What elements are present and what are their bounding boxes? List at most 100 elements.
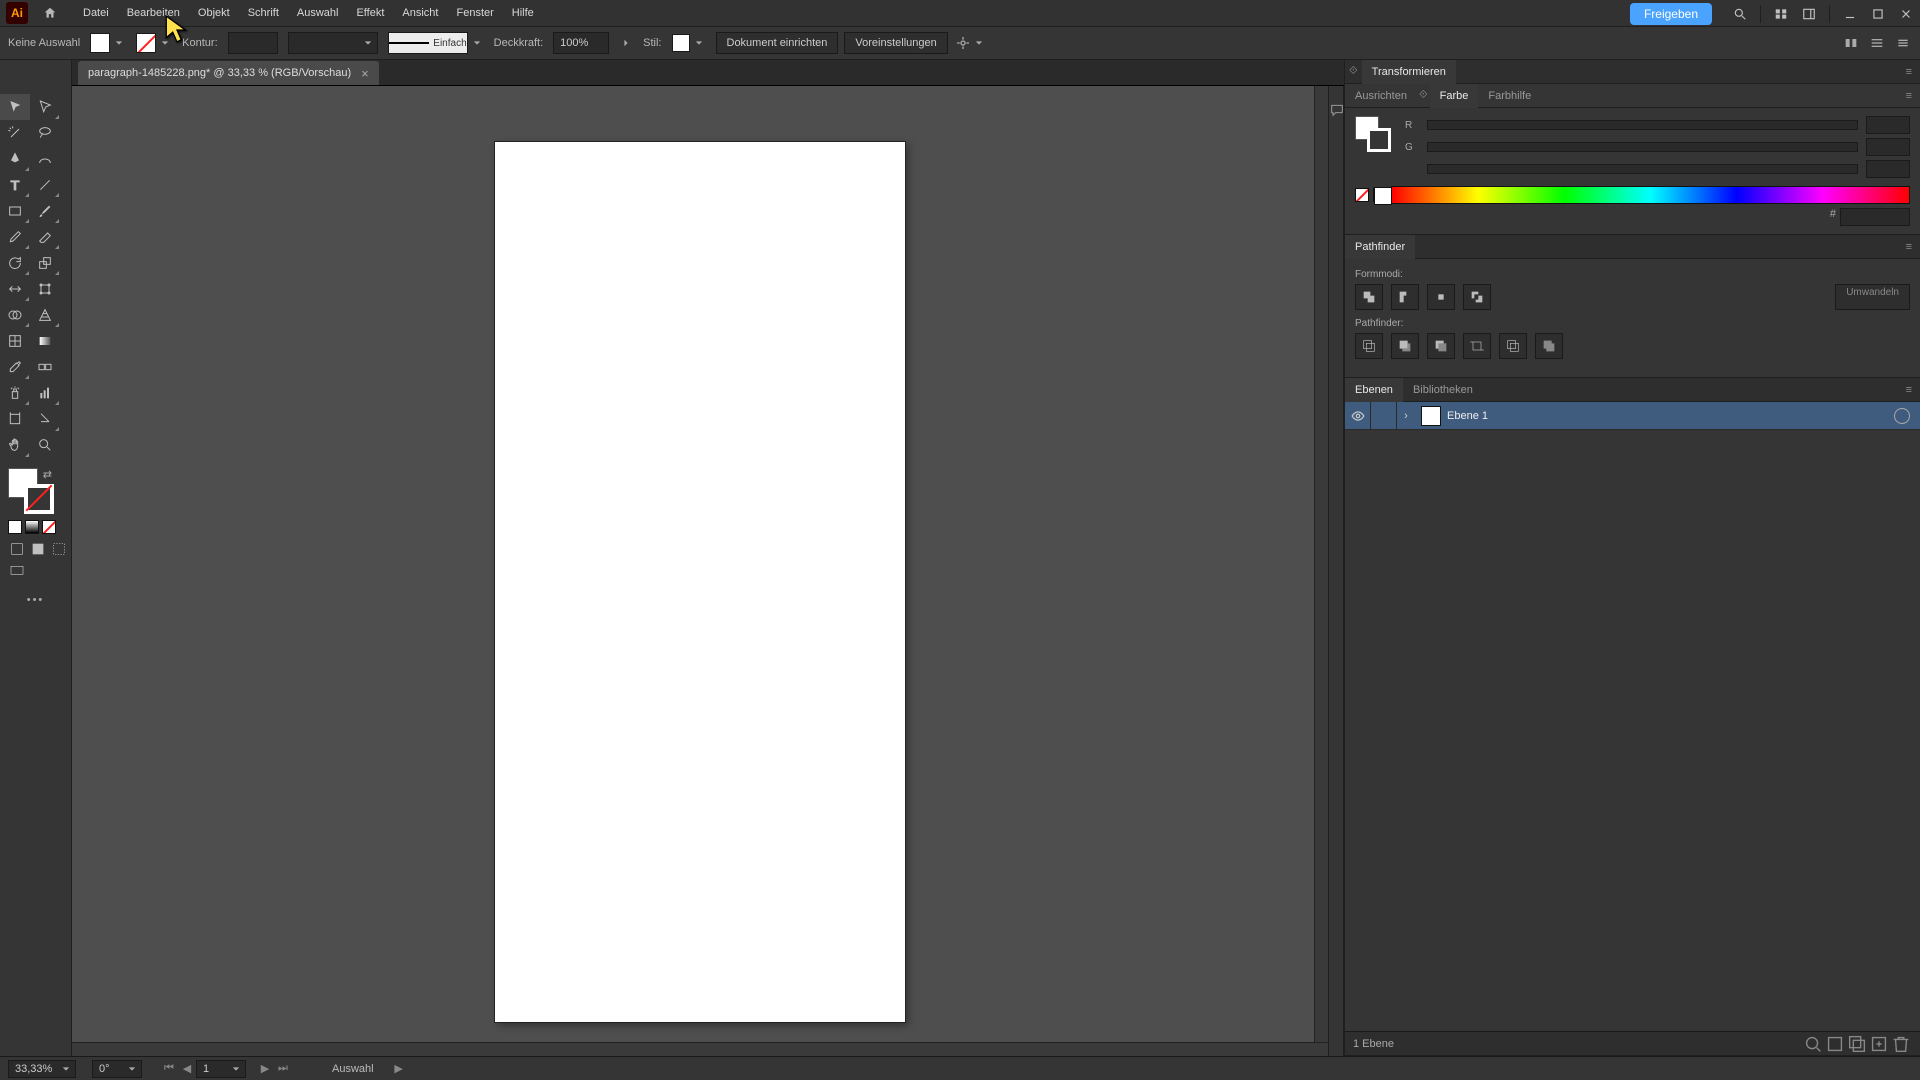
locate-layer-icon[interactable] bbox=[1802, 1035, 1824, 1053]
layer-name[interactable]: Ebene 1 bbox=[1447, 410, 1488, 422]
lock-toggle[interactable] bbox=[1371, 402, 1397, 430]
panel-menu-icon[interactable] bbox=[1894, 34, 1912, 52]
pen-tool[interactable] bbox=[0, 146, 30, 172]
tab-layers[interactable]: Ebenen bbox=[1345, 378, 1403, 402]
hex-input[interactable] bbox=[1840, 208, 1910, 226]
scale-tool[interactable] bbox=[30, 250, 60, 276]
gradient-mode-icon[interactable] bbox=[25, 520, 39, 534]
rotate-tool[interactable] bbox=[0, 250, 30, 276]
first-artboard-icon[interactable]: ⏮ bbox=[160, 1060, 178, 1078]
mesh-tool[interactable] bbox=[0, 328, 30, 354]
crop-icon[interactable] bbox=[1463, 333, 1491, 359]
profile-dropdown[interactable] bbox=[288, 32, 378, 54]
target-icon[interactable] bbox=[1894, 408, 1910, 424]
panel-menu-icon[interactable]: ≡ bbox=[1898, 241, 1920, 253]
menu-fenster[interactable]: Fenster bbox=[447, 0, 502, 27]
status-menu-icon[interactable]: ▶ bbox=[390, 1060, 408, 1078]
brush-preview[interactable]: Einfach bbox=[388, 32, 468, 54]
arrange-icon[interactable] bbox=[1767, 3, 1795, 25]
none-mode-icon[interactable] bbox=[42, 520, 56, 534]
swap-fill-stroke-icon[interactable]: ⇄ bbox=[43, 468, 52, 481]
rectangle-tool[interactable] bbox=[0, 198, 30, 224]
color-spectrum[interactable] bbox=[1391, 186, 1910, 204]
shape-builder-tool[interactable] bbox=[0, 302, 30, 328]
panel-collapse-strip[interactable] bbox=[1328, 86, 1344, 1056]
screen-mode-icon[interactable] bbox=[8, 562, 26, 580]
preferences-button[interactable]: Voreinstellungen bbox=[844, 32, 947, 54]
exclude-icon[interactable] bbox=[1463, 284, 1491, 310]
color-fill-stroke[interactable] bbox=[1355, 116, 1391, 152]
pencil-tool[interactable] bbox=[0, 224, 30, 250]
next-artboard-icon[interactable]: ▶ bbox=[256, 1060, 274, 1078]
menu-objekt[interactable]: Objekt bbox=[189, 0, 239, 27]
gradient-tool[interactable] bbox=[30, 328, 60, 354]
minimize-icon[interactable] bbox=[1836, 3, 1864, 25]
opacity-more[interactable] bbox=[619, 33, 633, 53]
prev-artboard-icon[interactable]: ◀ bbox=[178, 1060, 196, 1078]
hand-tool[interactable] bbox=[0, 432, 30, 458]
intersect-icon[interactable] bbox=[1427, 284, 1455, 310]
tab-close-icon[interactable]: × bbox=[361, 66, 369, 81]
selection-tool[interactable] bbox=[0, 94, 30, 120]
line-tool[interactable] bbox=[30, 172, 60, 198]
value-g[interactable] bbox=[1866, 138, 1910, 156]
tab-transform[interactable]: Transformieren bbox=[1362, 60, 1456, 84]
document-setup-button[interactable]: Dokument einrichten bbox=[716, 32, 839, 54]
slice-tool[interactable] bbox=[30, 406, 60, 432]
workspace-icon[interactable] bbox=[1795, 3, 1823, 25]
align-to-icon[interactable] bbox=[1842, 34, 1860, 52]
draw-normal-icon[interactable] bbox=[8, 540, 26, 558]
draw-inside-icon[interactable] bbox=[50, 540, 68, 558]
width-tool[interactable] bbox=[0, 276, 30, 302]
artboard[interactable] bbox=[495, 142, 905, 1022]
magic-wand-tool[interactable] bbox=[0, 120, 30, 146]
panel-menu-icon[interactable]: ≡ bbox=[1898, 66, 1920, 78]
zoom-level-input[interactable]: 33,33% bbox=[8, 1060, 76, 1078]
none-swatch-icon[interactable] bbox=[1355, 188, 1369, 202]
menu-auswahl[interactable]: Auswahl bbox=[288, 0, 348, 27]
fill-stroke-control[interactable]: ⇄ bbox=[8, 468, 54, 514]
home-icon[interactable] bbox=[40, 3, 60, 23]
menu-ansicht[interactable]: Ansicht bbox=[393, 0, 447, 27]
style-swatch[interactable] bbox=[672, 34, 690, 52]
zoom-tool[interactable] bbox=[30, 432, 60, 458]
stroke-swatch[interactable] bbox=[136, 33, 156, 53]
delete-layer-icon[interactable] bbox=[1890, 1035, 1912, 1053]
color-mode-icon[interactable] bbox=[8, 520, 22, 534]
isolate-dropdown[interactable] bbox=[972, 33, 986, 53]
fill-dropdown[interactable] bbox=[112, 33, 126, 53]
menu-effekt[interactable]: Effekt bbox=[347, 0, 393, 27]
fill-swatch[interactable] bbox=[90, 33, 110, 53]
free-transform-tool[interactable] bbox=[30, 276, 60, 302]
menu-bearbeiten[interactable]: Bearbeiten bbox=[118, 0, 189, 27]
visibility-icon[interactable] bbox=[1345, 402, 1371, 430]
edit-toolbar-icon[interactable]: ••• bbox=[26, 594, 46, 606]
document-tab[interactable]: paragraph-1485228.png* @ 33,33 % (RGB/Vo… bbox=[78, 61, 379, 85]
new-layer-icon[interactable] bbox=[1868, 1035, 1890, 1053]
align-options-icon[interactable] bbox=[1868, 34, 1886, 52]
merge-icon[interactable] bbox=[1427, 333, 1455, 359]
trim-icon[interactable] bbox=[1391, 333, 1419, 359]
curvature-tool[interactable] bbox=[30, 146, 60, 172]
panel-menu-icon[interactable]: ≡ bbox=[1898, 90, 1920, 102]
graph-tool[interactable] bbox=[30, 380, 60, 406]
type-tool[interactable] bbox=[0, 172, 30, 198]
perspective-tool[interactable] bbox=[30, 302, 60, 328]
opacity-input[interactable]: 100% bbox=[553, 32, 609, 54]
value-r[interactable] bbox=[1866, 116, 1910, 134]
artboard-tool[interactable] bbox=[0, 406, 30, 432]
slider-b[interactable] bbox=[1427, 164, 1858, 174]
outline-icon[interactable] bbox=[1499, 333, 1527, 359]
unite-icon[interactable] bbox=[1355, 284, 1383, 310]
tab-color[interactable]: Farbe bbox=[1430, 84, 1479, 108]
slider-r[interactable] bbox=[1427, 120, 1858, 130]
stroke-dropdown[interactable] bbox=[158, 33, 172, 53]
make-clipping-icon[interactable] bbox=[1824, 1035, 1846, 1053]
draw-behind-icon[interactable] bbox=[29, 540, 47, 558]
layer-row[interactable]: › Ebene 1 bbox=[1345, 402, 1920, 430]
brush-dropdown[interactable] bbox=[470, 33, 484, 53]
divide-icon[interactable] bbox=[1355, 333, 1383, 359]
minus-back-icon[interactable] bbox=[1535, 333, 1563, 359]
canvas-area[interactable] bbox=[72, 86, 1328, 1056]
close-icon[interactable] bbox=[1892, 3, 1920, 25]
